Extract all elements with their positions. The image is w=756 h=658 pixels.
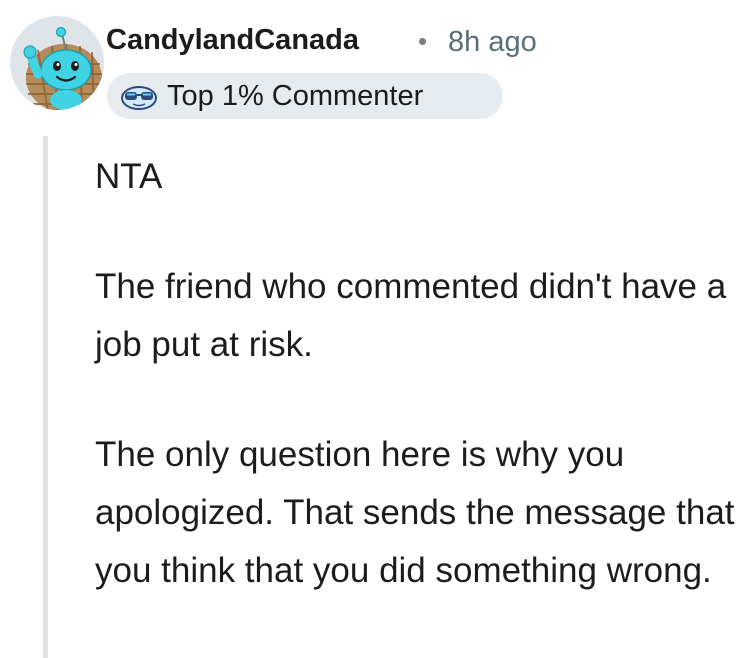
thread-collapse-line[interactable] xyxy=(43,136,48,658)
snoo-sunglasses-icon xyxy=(119,81,159,111)
comment-paragraph: The friend who commented didn't have a j… xyxy=(95,267,727,364)
comment-paragraph: NTA xyxy=(95,157,163,196)
user-flair-badge: Top 1% Commenter xyxy=(107,73,503,119)
comment-timestamp[interactable]: 8h ago xyxy=(448,26,537,59)
author-username[interactable]: CandylandCanada xyxy=(106,24,359,57)
snoo-avatar-icon xyxy=(10,16,104,110)
comment-paragraph: The only question here is why you apolog… xyxy=(95,435,735,590)
flair-label: Top 1% Commenter xyxy=(167,79,424,112)
comment-body: NTA The friend who commented didn't have… xyxy=(95,148,750,600)
user-avatar[interactable] xyxy=(8,14,106,112)
meta-separator: • xyxy=(418,26,428,56)
